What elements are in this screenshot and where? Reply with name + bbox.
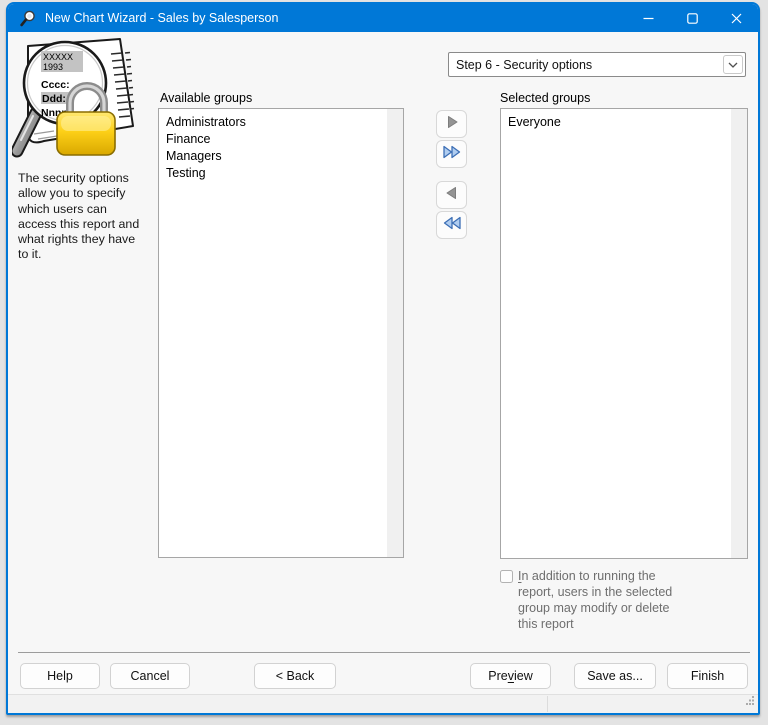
list-item[interactable]: Testing [159,165,386,182]
description-line: what rights they have [18,232,160,247]
double-arrow-left-icon [442,215,462,236]
scrollbar-track[interactable] [387,109,403,557]
description-line: to it. [18,247,160,262]
scrollbar-track[interactable] [731,109,747,558]
footer-separator [18,652,750,653]
chevron-down-icon[interactable] [723,55,743,74]
step-selector-value: Step 6 - Security options [456,58,592,72]
preview-button[interactable]: Preview [470,663,551,689]
move-left-button[interactable] [436,181,467,209]
save-as-button[interactable]: Save as... [574,663,656,689]
window-title: New Chart Wizard - Sales by Salesperson [45,11,278,25]
checkbox-label-line: this report [518,616,733,632]
available-groups-list[interactable]: Administrators Finance Managers Testing [158,108,404,558]
minimize-icon[interactable] [626,4,670,32]
selected-groups-label: Selected groups [500,91,590,105]
list-item[interactable]: Finance [159,131,386,148]
move-all-left-button[interactable] [436,211,467,239]
security-description: The security options allow you to specif… [18,171,160,263]
magnifier-icon [19,10,36,27]
document-lock-magnifier-icon: XXXXX 1993 Cccc: Ddd: Nnnn [12,36,152,169]
selected-groups-list[interactable]: Everyone [500,108,748,559]
help-button[interactable]: Help [20,663,100,689]
close-icon[interactable] [714,4,758,32]
checkbox-label-line: group may modify or delete [518,600,733,616]
magnified-text: 1993 [43,62,63,72]
cancel-button[interactable]: Cancel [110,663,190,689]
finish-button[interactable]: Finish [667,663,748,689]
move-right-button[interactable] [436,110,467,138]
checkbox-label-line: report, users in the selected [518,584,733,600]
description-line: access this report and [18,217,160,232]
status-bar [8,694,758,713]
titlebar[interactable]: New Chart Wizard - Sales by Salesperson [8,4,758,32]
modify-delete-checkbox[interactable] [500,570,513,583]
magnified-text: XXXXX [43,52,73,62]
status-bar-divider [547,696,548,712]
description-line: The security options [18,171,160,186]
magnified-text: Ddd: [42,93,66,105]
available-groups-label: Available groups [160,91,252,105]
modify-checkbox-label[interactable]: In addition to running the report, users… [518,568,733,632]
magnified-text: Cccc: [41,79,70,91]
description-line: which users can [18,202,160,217]
step-selector[interactable]: Step 6 - Security options [448,52,746,77]
arrow-left-icon [444,185,460,206]
resize-grip-icon[interactable] [745,692,755,710]
wizard-window: New Chart Wizard - Sales by Salesperson [6,2,760,715]
wizard-content: XXXXX 1993 Cccc: Ddd: Nnnn The security … [8,32,758,713]
list-item[interactable]: Managers [159,148,386,165]
double-arrow-right-icon [442,144,462,165]
checkbox-label-line: In addition to running the [518,568,733,584]
move-all-right-button[interactable] [436,140,467,168]
list-item[interactable]: Everyone [501,114,730,131]
maximize-icon[interactable] [670,4,714,32]
list-item[interactable]: Administrators [159,114,386,131]
description-line: allow you to specify [18,186,160,201]
arrow-right-icon [444,114,460,135]
back-button[interactable]: < Back [254,663,336,689]
